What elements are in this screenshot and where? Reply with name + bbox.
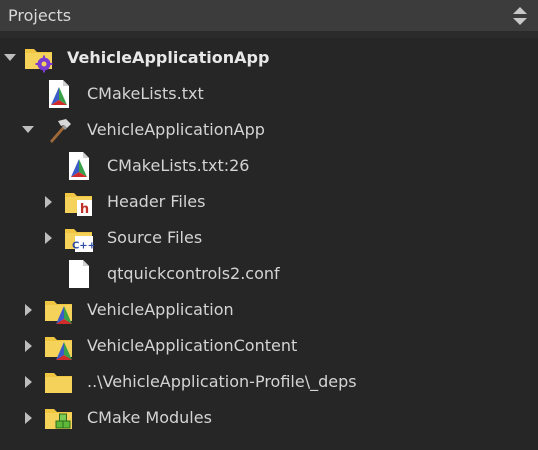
chevron-right-icon[interactable] bbox=[20, 372, 36, 392]
chevron-right-icon[interactable] bbox=[40, 228, 56, 248]
tree-item-cmake-modules[interactable]: CMake Modules bbox=[0, 400, 538, 436]
tree-item-cmakelists[interactable]: CMakeLists.txt bbox=[0, 76, 538, 112]
cmake-file-icon bbox=[64, 151, 94, 181]
tree-item-root-project[interactable]: VehicleApplicationApp bbox=[0, 40, 538, 76]
tree-item-cmakelists-26[interactable]: CMakeLists.txt:26 bbox=[0, 148, 538, 184]
tree-item-source-files[interactable]: C++ Source Files bbox=[0, 220, 538, 256]
tree-item-label: qtquickcontrols2.conf bbox=[107, 264, 280, 283]
chevron-right-icon[interactable] bbox=[40, 192, 56, 212]
tree-item-label: CMake Modules bbox=[87, 408, 212, 427]
project-folder-gear-icon bbox=[24, 43, 54, 73]
tree-item-vehicle-application[interactable]: VehicleApplication bbox=[0, 292, 538, 328]
cmake-file-icon bbox=[44, 79, 74, 109]
chevron-right-icon[interactable] bbox=[20, 408, 36, 428]
hammer-icon bbox=[44, 115, 74, 145]
up-down-arrows-icon[interactable] bbox=[512, 6, 528, 26]
tree-item-app-target[interactable]: VehicleApplicationApp bbox=[0, 112, 538, 148]
tree-item-label: VehicleApplication bbox=[87, 300, 234, 319]
chevron-right-icon[interactable] bbox=[20, 300, 36, 320]
tree-item-label: VehicleApplicationContent bbox=[87, 336, 298, 355]
modules-folder-icon bbox=[44, 403, 74, 433]
tree-item-conf-file[interactable]: qtquickcontrols2.conf bbox=[0, 256, 538, 292]
tree-item-header-files[interactable]: h Header Files bbox=[0, 184, 538, 220]
project-tree: VehicleApplicationApp CMakeLists.txt Veh… bbox=[0, 38, 538, 450]
tree-item-label: ..\VehicleApplication-Profile\_deps bbox=[87, 372, 357, 391]
source-folder-icon: C++ bbox=[64, 223, 96, 253]
chevron-right-icon[interactable] bbox=[20, 336, 36, 356]
projects-panel-header: Projects bbox=[0, 0, 538, 32]
tree-item-label: CMakeLists.txt:26 bbox=[107, 156, 250, 175]
svg-text:h: h bbox=[80, 202, 89, 217]
tree-item-label: VehicleApplicationApp bbox=[87, 120, 265, 139]
tree-item-label: CMakeLists.txt bbox=[87, 84, 204, 103]
svg-text:C++: C++ bbox=[72, 241, 94, 252]
cmake-folder-icon bbox=[44, 331, 74, 361]
cmake-folder-icon bbox=[44, 295, 74, 325]
tree-item-label: VehicleApplicationApp bbox=[67, 48, 270, 67]
chevron-down-icon[interactable] bbox=[20, 120, 36, 140]
header-folder-icon: h bbox=[64, 187, 94, 217]
folder-icon bbox=[44, 367, 74, 397]
blank-file-icon bbox=[64, 259, 94, 289]
tree-item-label: Header Files bbox=[107, 192, 206, 211]
tree-item-label: Source Files bbox=[107, 228, 203, 247]
chevron-down-icon[interactable] bbox=[2, 48, 18, 68]
tree-item-vehicle-application-content[interactable]: VehicleApplicationContent bbox=[0, 328, 538, 364]
tree-item-deps-folder[interactable]: ..\VehicleApplication-Profile\_deps bbox=[0, 364, 538, 400]
panel-title: Projects bbox=[8, 6, 72, 25]
